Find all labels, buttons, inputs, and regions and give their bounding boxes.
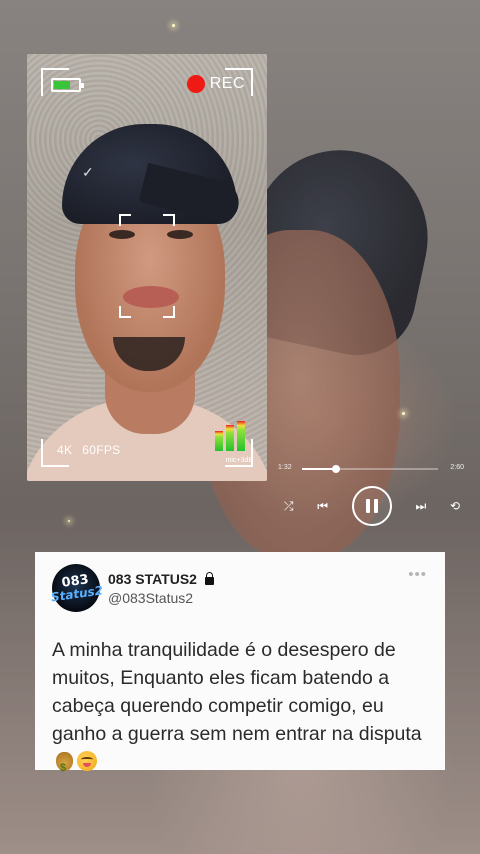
repeat-icon[interactable]: ⟲ [450, 500, 460, 512]
pause-button[interactable] [351, 486, 392, 526]
duration-time: 2:60 [450, 464, 464, 471]
more-options-icon[interactable]: ••• [408, 566, 427, 583]
tweet-card: 083 Status2 083 STATUS2 @083Status2 ••• … [35, 552, 445, 782]
rec-dot-icon [186, 75, 205, 93]
battery-level [54, 81, 70, 89]
sparkle-icon [172, 24, 175, 27]
cap-logo-icon: ✓ [82, 164, 94, 180]
partying-face-icon [77, 751, 97, 771]
camera-viewfinder: ✓ REC 4K 60FPS mic+3dB [27, 54, 267, 481]
progress-track[interactable] [302, 465, 438, 473]
sparkle-icon [402, 412, 405, 415]
sparkle-icon [68, 520, 70, 522]
pause-icon [365, 499, 370, 513]
rec-label: REC [209, 75, 245, 92]
tweet-header: 083 Status2 083 STATUS2 @083Status2 [50, 564, 427, 612]
progress-fill [302, 468, 336, 470]
audio-meter-icon [215, 421, 245, 451]
music-player: 1:32 2:60 ⤮ ⏮ ⏭ ⟲ [272, 456, 472, 536]
tweet-author: 083 STATUS2 @083Status2 [108, 571, 214, 606]
tweet-text: A minha tranquilidade é o desespero de m… [52, 636, 427, 782]
progress-knob[interactable] [332, 465, 340, 473]
meter-bar [215, 431, 223, 451]
money-bag-icon [56, 752, 73, 782]
fps-label: 60FPS [82, 443, 121, 457]
battery-icon [51, 78, 84, 92]
display-name[interactable]: 083 STATUS2 [108, 571, 197, 587]
shuffle-icon[interactable]: ⤮ [284, 500, 294, 512]
elapsed-time: 1:32 [278, 464, 292, 471]
meter-label: mic+3dB [225, 457, 253, 464]
lock-icon [204, 571, 214, 585]
previous-icon[interactable]: ⏮ [317, 500, 328, 512]
meter-bar [226, 425, 234, 451]
rec-indicator: REC [186, 75, 245, 93]
avatar[interactable]: 083 Status2 [50, 564, 104, 612]
meter-bar [237, 421, 245, 451]
player-controls: ⤮ ⏮ ⏭ ⟲ [272, 486, 472, 526]
user-handle[interactable]: @083Status2 [108, 590, 214, 606]
next-icon[interactable]: ⏭ [415, 500, 426, 512]
focus-box [119, 214, 175, 318]
resolution-label: 4K [57, 443, 73, 457]
camera-info: 4K 60FPS [57, 443, 120, 457]
tweet-text-content: A minha tranquilidade é o desespero de m… [52, 639, 422, 745]
